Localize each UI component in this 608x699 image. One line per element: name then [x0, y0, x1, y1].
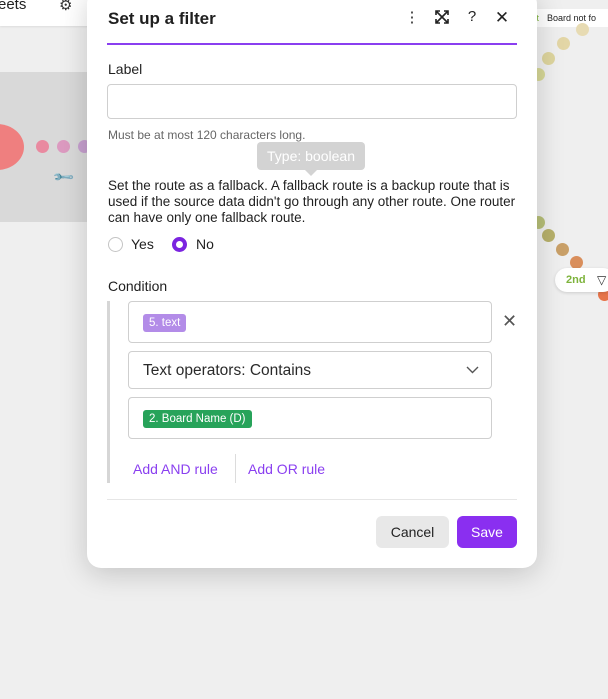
label-input[interactable] [107, 84, 517, 119]
variable-pill[interactable]: 5. text [143, 314, 187, 332]
tune-icon[interactable]: ⚙ [59, 0, 72, 14]
chevron-down-icon [466, 360, 479, 377]
connector-dot [542, 229, 555, 242]
fallback-yes-label: Yes [131, 236, 154, 252]
fallback-yes-radio[interactable] [108, 237, 123, 252]
filter-icon[interactable]: ▽ [597, 268, 606, 292]
add-and-rule-link[interactable]: Add AND rule [133, 461, 218, 477]
operator-select[interactable]: Text operators: Contains [128, 351, 492, 389]
module-bubble: stBoard not fo [532, 9, 608, 27]
header-divider [107, 43, 517, 45]
connector-dot [556, 243, 569, 256]
save-button[interactable]: Save [457, 516, 517, 548]
label-field-label: Label [108, 61, 143, 77]
toolbar-text: eets [0, 0, 27, 13]
background-toolbar: eets ⚙ [0, 0, 100, 26]
fallback-no-radio[interactable] [172, 237, 187, 252]
remove-condition-icon[interactable]: ✕ [502, 311, 517, 332]
fallback-no-label: No [196, 236, 214, 252]
route-label[interactable]: 2nd ▽ [555, 268, 608, 292]
connector-dot [36, 140, 49, 153]
more-vertical-icon[interactable]: ⋮ [402, 8, 422, 26]
filter-dialog: Set up a filter ⋮ ? ✕ Label Must be at m… [87, 0, 537, 568]
footer-divider [107, 499, 517, 500]
condition-operand-1[interactable]: 5. text [128, 301, 492, 343]
rule-link-separator [235, 454, 236, 483]
connector-dot [57, 140, 70, 153]
condition-group-bar [107, 301, 110, 483]
connector-dot [576, 23, 589, 36]
fallback-description: Set the route as a fallback. A fallback … [108, 178, 516, 225]
expand-icon[interactable] [432, 8, 452, 28]
close-icon[interactable]: ✕ [492, 8, 512, 28]
operator-value: Text operators: Contains [143, 362, 312, 379]
type-tooltip: Type: boolean [257, 142, 365, 176]
condition-operand-2[interactable]: 2. Board Name (D) [128, 397, 492, 439]
label-help-text: Must be at most 120 characters long. [108, 128, 306, 142]
condition-label: Condition [108, 278, 168, 294]
help-icon[interactable]: ? [462, 8, 482, 25]
connector-dot [557, 37, 570, 50]
variable-pill[interactable]: 2. Board Name (D) [143, 410, 252, 428]
cancel-button[interactable]: Cancel [376, 516, 449, 548]
add-or-rule-link[interactable]: Add OR rule [248, 461, 325, 477]
connector-dot [542, 52, 555, 65]
dialog-title: Set up a filter [108, 9, 216, 28]
